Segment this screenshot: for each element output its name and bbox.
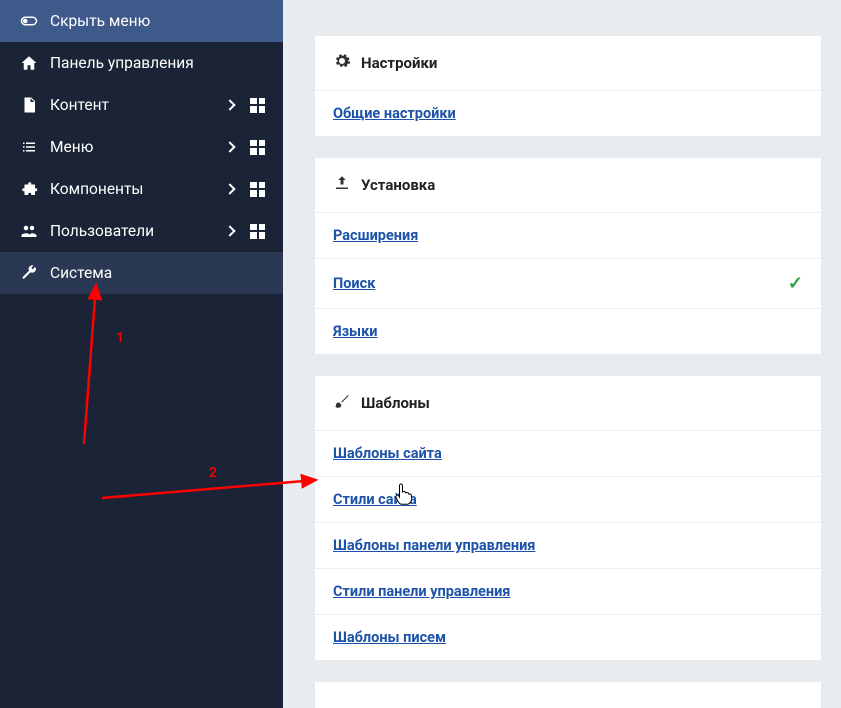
panel-row: Стили панели управления [315, 569, 821, 615]
users-icon [18, 222, 40, 240]
panel-empty [315, 682, 821, 708]
panel-header-settings: Настройки [315, 36, 821, 91]
document-icon [18, 96, 40, 114]
link-search[interactable]: Поиск [333, 275, 375, 292]
panel-row: Расширения [315, 213, 821, 259]
brush-icon [333, 392, 351, 414]
panel-row: Поиск ✓ [315, 259, 821, 309]
main-content: Настройки Общие настройки Установка Расш… [283, 0, 841, 708]
chevron-right-icon [224, 99, 235, 110]
link-email-templates[interactable]: Шаблоны писем [333, 629, 446, 646]
annotation-label-2: 2 [209, 465, 217, 481]
panel-title: Шаблоны [361, 394, 430, 412]
sidebar-item-system[interactable]: Система [0, 252, 283, 294]
puzzle-icon [18, 180, 40, 198]
panel-header-templates: Шаблоны [315, 376, 821, 431]
grid-icon[interactable] [250, 182, 265, 197]
link-general-settings[interactable]: Общие настройки [333, 105, 456, 122]
sidebar-hide-menu[interactable]: Скрыть меню [0, 0, 283, 42]
link-site-templates[interactable]: Шаблоны сайта [333, 445, 442, 462]
sidebar-item-components[interactable]: Компоненты [0, 168, 283, 210]
link-admin-styles[interactable]: Стили панели управления [333, 583, 510, 600]
grid-icon[interactable] [250, 224, 265, 239]
link-admin-templates[interactable]: Шаблоны панели управления [333, 537, 535, 554]
chevron-right-icon [224, 225, 235, 236]
sidebar-item-label: Панель управления [50, 54, 194, 72]
panel-title: Настройки [361, 54, 437, 72]
toggle-icon [18, 12, 40, 30]
sidebar-item-label: Меню [50, 138, 93, 156]
sidebar: Скрыть меню Панель управления Контент Ме… [0, 0, 283, 708]
gear-icon [333, 52, 351, 74]
home-icon [18, 54, 40, 72]
link-languages[interactable]: Языки [333, 323, 377, 340]
panel-templates: Шаблоны Шаблоны сайта Стили сайта Шаблон… [315, 376, 821, 660]
sidebar-item-label: Пользователи [50, 222, 154, 240]
grid-icon[interactable] [250, 98, 265, 113]
wrench-icon [18, 264, 40, 282]
sidebar-hide-menu-label: Скрыть меню [50, 12, 150, 30]
chevron-right-icon [224, 141, 235, 152]
panel-settings: Настройки Общие настройки [315, 36, 821, 136]
upload-icon [333, 174, 351, 196]
panel-row: Шаблоны панели управления [315, 523, 821, 569]
link-site-styles[interactable]: Стили сайта [333, 491, 417, 508]
sidebar-item-dashboard[interactable]: Панель управления [0, 42, 283, 84]
panel-row: Шаблоны сайта [315, 431, 821, 477]
sidebar-item-menu[interactable]: Меню [0, 126, 283, 168]
check-icon: ✓ [788, 273, 803, 294]
panel-title: Установка [361, 176, 435, 194]
chevron-right-icon [224, 183, 235, 194]
sidebar-item-users[interactable]: Пользователи [0, 210, 283, 252]
link-extensions[interactable]: Расширения [333, 227, 418, 244]
panel-install: Установка Расширения Поиск ✓ Языки [315, 158, 821, 354]
sidebar-item-label: Система [50, 264, 112, 282]
panel-header-install: Установка [315, 158, 821, 213]
sidebar-item-label: Компоненты [50, 180, 143, 198]
panel-row: Шаблоны писем [315, 615, 821, 660]
sidebar-item-label: Контент [50, 96, 109, 114]
list-icon [18, 138, 40, 156]
grid-icon[interactable] [250, 140, 265, 155]
panel-row: Стили сайта [315, 477, 821, 523]
panel-row: Языки [315, 309, 821, 354]
annotation-label-1: 1 [116, 330, 124, 346]
panel-row: Общие настройки [315, 91, 821, 136]
sidebar-item-content[interactable]: Контент [0, 84, 283, 126]
